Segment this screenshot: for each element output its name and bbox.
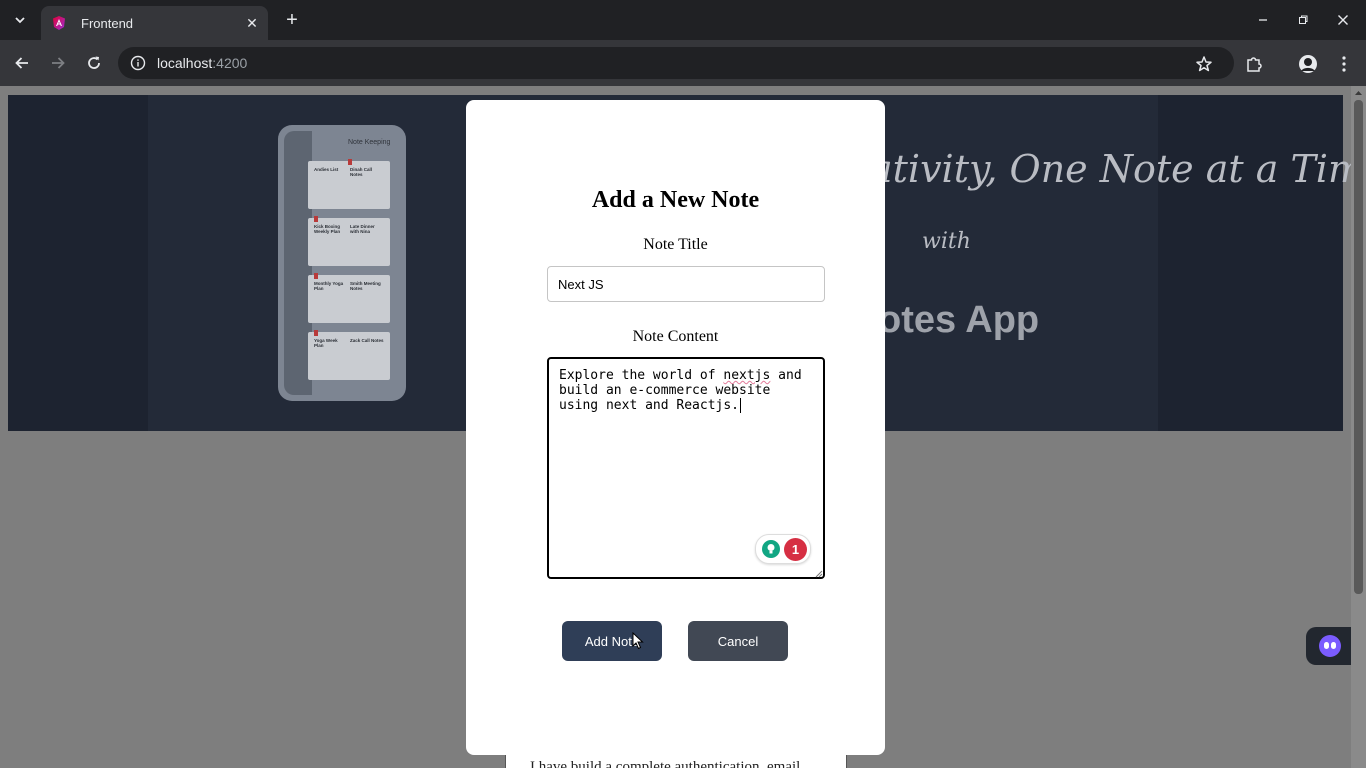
mini-note-card: Andies List Dinah Call Notes (308, 159, 390, 209)
textarea-resize-grip-icon[interactable] (815, 570, 823, 578)
back-arrow-icon[interactable] (10, 51, 34, 75)
hero-tagline: ativity, One Note at a Time (870, 147, 1366, 191)
hero-app-name: otes App (878, 299, 1040, 341)
profile-avatar-icon[interactable] (1297, 53, 1319, 75)
browser-tab-bar: Frontend ✕ + (0, 0, 1366, 40)
note-title-label: Note Title (643, 236, 708, 253)
modal-title: Add a New Note (591, 187, 760, 213)
add-note-modal: Add a New Note Note Title Note Content E… (466, 100, 885, 755)
background-note-text: I have build a complete authentication, … (530, 759, 801, 768)
hero-with-text: with (922, 229, 971, 254)
mini-note-card: Kick Boxing Weekly Plan Late Dinner with… (308, 216, 390, 266)
restore-icon[interactable] (1291, 8, 1315, 32)
reload-icon[interactable] (82, 51, 106, 75)
mini-note-card: Yoga Week Plan Zack Call Notes (308, 330, 390, 380)
address-bar[interactable] (118, 47, 1234, 79)
extensions-puzzle-icon[interactable] (1243, 53, 1265, 75)
tab-close-icon[interactable]: ✕ (242, 13, 262, 33)
mini-note-card: Monthly Yoga Plan Smith Meeting Notes (308, 273, 390, 323)
scrollbar-thumb[interactable] (1354, 100, 1363, 594)
close-window-icon[interactable] (1331, 8, 1355, 32)
bookmark-star-icon[interactable] (1193, 53, 1215, 75)
bot-face-icon (1319, 635, 1341, 657)
page-viewport: Note Keeping Andies List Dinah Call Note… (0, 86, 1366, 768)
grammar-issue-count: 1 (784, 538, 807, 561)
url-text[interactable]: localhost:4200 (157, 55, 247, 71)
browser-tab[interactable]: Frontend ✕ (41, 6, 268, 40)
tab-title: Frontend (81, 15, 134, 31)
minimize-icon[interactable] (1251, 8, 1275, 32)
text-caret (740, 398, 742, 413)
background-note-card: I have build a complete authentication, … (505, 754, 847, 768)
note-content-label: Note Content (632, 328, 719, 345)
grammar-bulb-icon (762, 540, 780, 558)
new-tab-plus-icon[interactable]: + (280, 8, 304, 32)
misspelled-word[interactable]: nextjs (723, 368, 770, 383)
tab-search-chevron-icon[interactable] (8, 8, 32, 32)
note-title-input[interactable] (547, 266, 825, 302)
site-info-icon[interactable] (130, 55, 146, 71)
scroll-up-arrow-icon[interactable] (1354, 89, 1363, 97)
phone-title: Note Keeping (348, 139, 391, 146)
angular-favicon-icon (53, 16, 65, 30)
phone-mockup-image: Note Keeping Andies List Dinah Call Note… (278, 125, 406, 401)
forward-arrow-icon[interactable] (46, 51, 70, 75)
grammar-checker-badge[interactable]: 1 (755, 534, 811, 564)
add-note-button[interactable]: Add Note (562, 621, 662, 661)
cancel-button[interactable]: Cancel (688, 621, 788, 661)
mouse-pointer-icon (632, 632, 644, 650)
browser-menu-icon[interactable] (1333, 53, 1355, 75)
